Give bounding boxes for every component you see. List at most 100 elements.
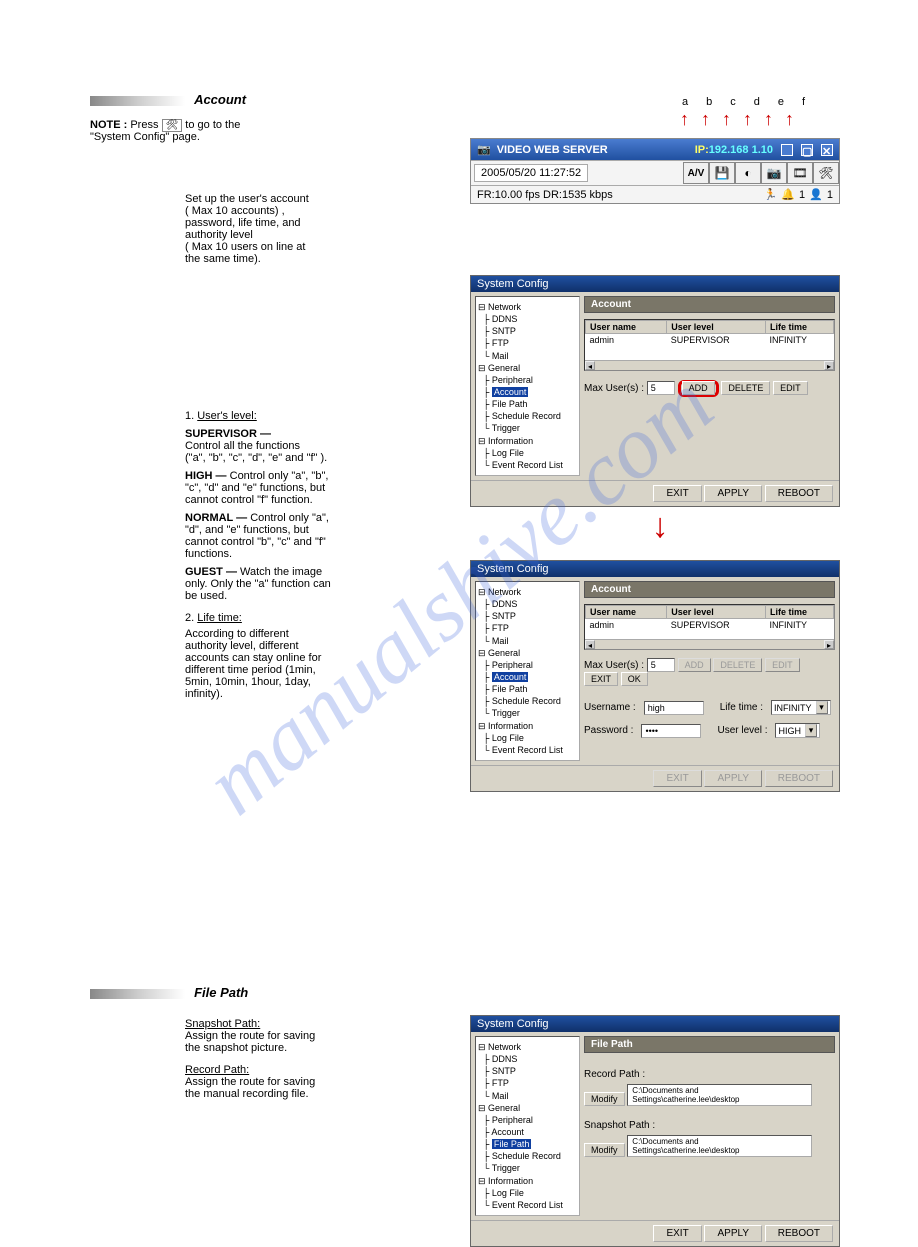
label: Snapshot Path :: [584, 1120, 835, 1131]
txt: cannot control "b", "c" and "f": [185, 536, 326, 548]
lifetime-select[interactable]: INFINITY▾: [771, 700, 831, 715]
bell-count: 1: [799, 189, 805, 201]
txt: Control only "a", "b",: [230, 470, 329, 482]
vws-titlebar: 📷 VIDEO WEB SERVER IP:192.168 1.10 _ ▢ ✕: [471, 139, 839, 160]
maxuser-input[interactable]: [647, 658, 675, 672]
username-input[interactable]: [644, 701, 704, 715]
label-e: e: [778, 96, 784, 108]
record-path-value: C:\Documents and Settings\catherine.lee\…: [627, 1084, 812, 1106]
note-block: NOTE : Press 🛠 to go to the "System Conf…: [90, 119, 440, 143]
av-button[interactable]: A/V: [683, 162, 709, 184]
edit-button[interactable]: EDIT: [773, 381, 808, 395]
lvl: SUPERVISOR —: [185, 428, 271, 440]
snapshot-path-value: C:\Documents and Settings\catherine.lee\…: [627, 1135, 812, 1157]
sys-titlebar: System Config: [471, 276, 839, 292]
maxuser-label: Max User(s) :: [584, 383, 644, 394]
lvl: HIGH —: [185, 470, 227, 482]
label-c: c: [730, 96, 736, 108]
txt: infinity).: [185, 688, 223, 700]
table-row[interactable]: adminSUPERVISORINFINITY: [586, 619, 834, 632]
txt: accounts can stay online for: [185, 652, 321, 664]
add-button[interactable]: ADD: [682, 381, 715, 395]
maxuser-input[interactable]: [647, 381, 675, 395]
txt: only. Only the "a" function can: [185, 578, 331, 590]
userlevel-select[interactable]: HIGH▾: [775, 723, 820, 738]
lifetime-label: Life time :: [720, 702, 763, 713]
close-button[interactable]: ✕: [821, 144, 833, 156]
camera-icon[interactable]: 📷: [761, 162, 787, 184]
person-count: 1: [827, 189, 833, 201]
add-button: ADD: [678, 658, 711, 672]
sysconfig-1: System Config ⊟ Network ├ DDNS ├ SNTP ├ …: [470, 275, 850, 546]
txt: According to different: [185, 628, 289, 640]
txt: cannot control "f" function.: [185, 494, 313, 506]
heading: Life time:: [197, 612, 242, 624]
delete-button[interactable]: DELETE: [721, 381, 770, 395]
label-b: b: [706, 96, 712, 108]
bell-icon: 🔔: [781, 188, 795, 201]
txt: the manual recording file.: [185, 1088, 440, 1100]
tree-view[interactable]: ⊟ Network ├ DDNS ├ SNTP ├ FTP └ Mail ⊟ G…: [475, 581, 580, 761]
reboot-button[interactable]: REBOOT: [765, 1225, 833, 1242]
record-path-row: Record Path : Modify C:\Documents and Se…: [584, 1069, 835, 1106]
modify-button[interactable]: Modify: [584, 1143, 625, 1157]
scrollbar[interactable]: ◂▸: [585, 639, 834, 649]
arrow-down-icon: ↓: [470, 507, 850, 546]
heading: Snapshot Path:: [185, 1018, 440, 1030]
exit-button[interactable]: EXIT: [584, 672, 618, 686]
arrow-up-icon: ↑: [785, 113, 794, 125]
tree-item-filepath[interactable]: File Path: [492, 1139, 532, 1149]
section-header-account: Account: [90, 92, 440, 107]
tree-item-account[interactable]: Account: [492, 387, 529, 397]
desc: password, life time, and: [185, 217, 440, 229]
settings-icon[interactable]: 🛠: [813, 162, 839, 184]
reboot-button: REBOOT: [765, 770, 833, 787]
heading: User's level:: [197, 410, 257, 422]
apply-button[interactable]: APPLY: [704, 1225, 762, 1242]
record-icon[interactable]: 💾: [709, 162, 735, 184]
exit-button[interactable]: EXIT: [653, 485, 701, 502]
arrow-up-icon: ↑: [701, 113, 710, 125]
desc: ( Max 10 accounts) ,: [185, 205, 440, 217]
section-bar-icon: [90, 989, 185, 999]
table-row[interactable]: adminSUPERVISORINFINITY: [586, 334, 834, 347]
scrollbar[interactable]: ◂▸: [585, 360, 834, 370]
sysconfig-2: System Config ⊟ Network ├ DDNS ├ SNTP ├ …: [470, 560, 850, 792]
note-text3: "System Config" page.: [90, 131, 200, 143]
reboot-button[interactable]: REBOOT: [765, 485, 833, 502]
contrast-icon[interactable]: ◐: [735, 162, 761, 184]
film-icon[interactable]: 🎞: [787, 162, 813, 184]
label-a: a: [682, 96, 688, 108]
password-input[interactable]: [641, 724, 701, 738]
arrow-up-icon: ↑: [743, 113, 752, 125]
section-header-filepath: File Path: [90, 985, 440, 1000]
tree-view[interactable]: ⊟ Network ├ DDNS ├ SNTP ├ FTP └ Mail ⊟ G…: [475, 296, 580, 476]
chevron-down-icon: ▾: [816, 701, 828, 714]
txt: "d", and "e" functions, but: [185, 524, 309, 536]
tree-item-account[interactable]: Account: [492, 672, 529, 682]
arrows-row: ↑ ↑ ↑ ↑ ↑ ↑: [680, 113, 794, 125]
txt: Control all the functions: [185, 440, 300, 452]
ok-button[interactable]: OK: [621, 672, 648, 686]
exit-button[interactable]: EXIT: [653, 1225, 701, 1242]
arrow-up-icon: ↑: [764, 113, 773, 125]
note-text2: to go to the: [185, 119, 240, 131]
password-label: Password :: [584, 725, 633, 736]
lvl: GUEST —: [185, 566, 237, 578]
ip-label: IP:192.168 1.10: [695, 144, 773, 156]
stats-text: FR:10.00 fps DR:1535 kbps: [477, 189, 764, 201]
modify-button[interactable]: Modify: [584, 1092, 625, 1106]
user-table: User nameUser levelLife time adminSUPERV…: [584, 319, 835, 371]
panel-title: Account: [584, 581, 835, 598]
tree-view[interactable]: ⊟ Network ├ DDNS ├ SNTP ├ FTP └ Mail ⊟ G…: [475, 1036, 580, 1216]
sys-titlebar: System Config: [471, 561, 839, 577]
arrow-up-icon: ↑: [680, 113, 689, 125]
arrow-up-icon: ↑: [722, 113, 731, 125]
apply-button[interactable]: APPLY: [704, 485, 762, 502]
heading: Record Path:: [185, 1064, 440, 1076]
minimize-button[interactable]: _: [781, 144, 793, 156]
txt: the snapshot picture.: [185, 1042, 440, 1054]
maximize-button[interactable]: ▢: [801, 144, 813, 156]
label: Record Path :: [584, 1069, 835, 1080]
desc: the same time).: [185, 253, 440, 265]
